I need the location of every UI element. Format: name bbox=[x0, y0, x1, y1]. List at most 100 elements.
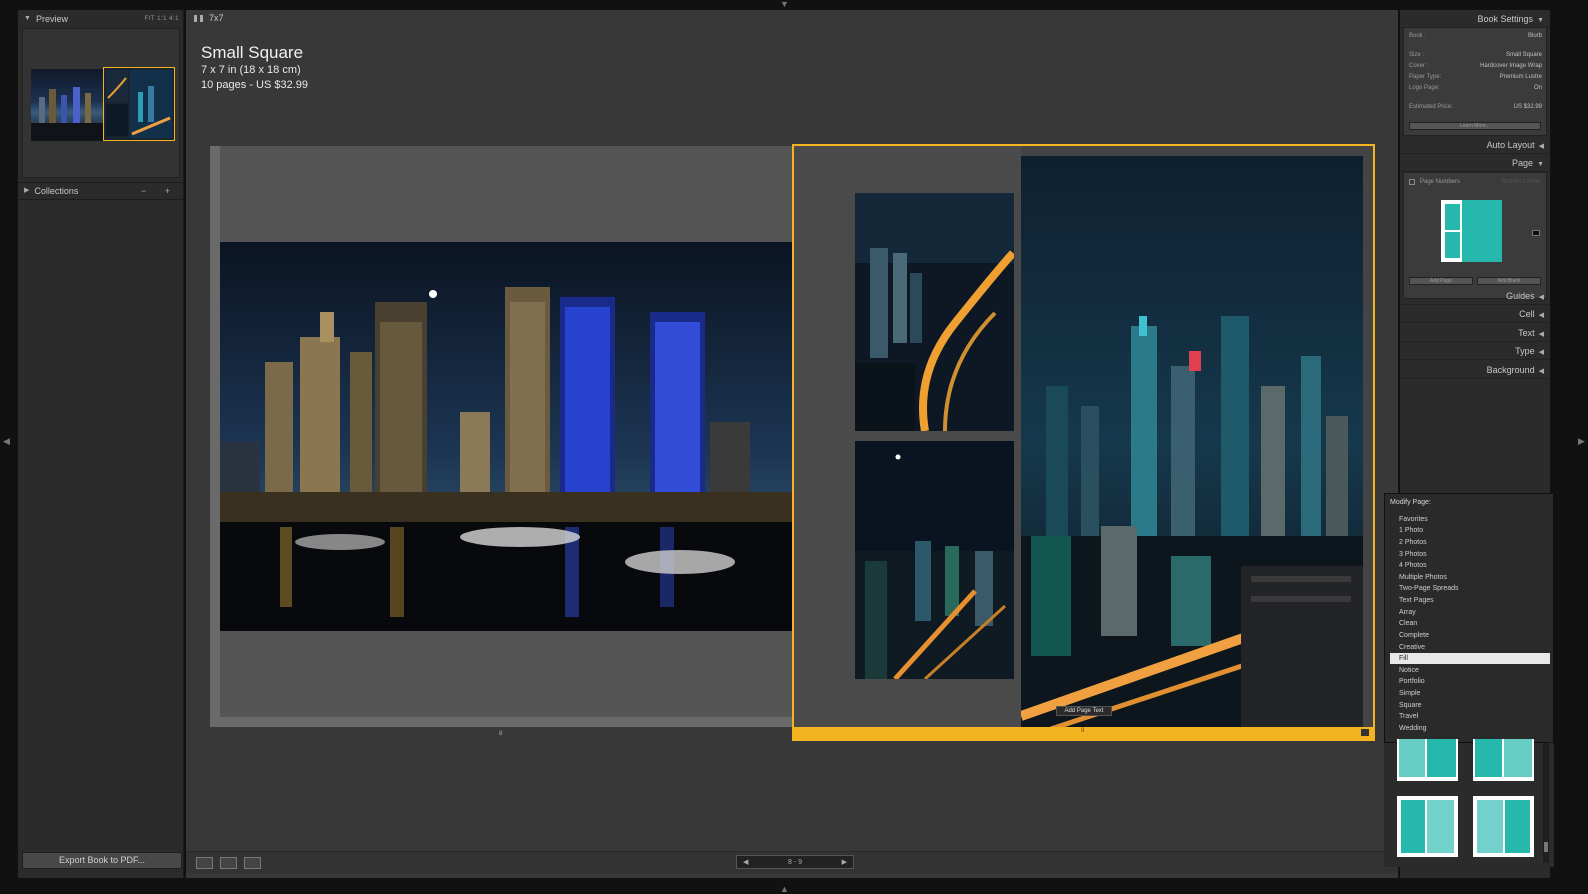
collections-header[interactable]: ▶ Collections − + bbox=[18, 182, 184, 200]
top-panel-toggle-icon[interactable]: ▼ bbox=[780, 0, 789, 9]
menu-item-travel[interactable]: Travel bbox=[1399, 711, 1418, 722]
add-blank-button[interactable]: Add Blank bbox=[1477, 277, 1541, 285]
menu-item-square[interactable]: Square bbox=[1399, 700, 1422, 711]
text-label: Text bbox=[1518, 328, 1535, 338]
logo-row[interactable]: Logo Page: On bbox=[1409, 85, 1542, 95]
downtown-skyline-photo[interactable] bbox=[1021, 156, 1363, 729]
left-page[interactable] bbox=[210, 146, 792, 727]
navigator-preview[interactable] bbox=[22, 28, 180, 178]
book-settings-header[interactable]: Book Settings ▼ bbox=[1400, 10, 1550, 28]
size-select[interactable]: Small Square bbox=[1506, 52, 1542, 62]
bottom-panel-toggle-icon[interactable]: ▲ bbox=[780, 885, 789, 894]
export-pdf-button[interactable]: Export Book to PDF... bbox=[22, 852, 182, 869]
logo-select[interactable]: On bbox=[1534, 85, 1542, 95]
template-scrollbar-thumb[interactable] bbox=[1544, 842, 1548, 852]
page-navigator: ◀ 8 - 9 ▶ bbox=[736, 855, 854, 869]
menu-item-3-photos[interactable]: 3 Photos bbox=[1399, 549, 1427, 560]
preview-header[interactable]: ▼ Preview FIT 1:1 4:1 bbox=[18, 10, 183, 28]
size-label: Size : bbox=[1409, 52, 1425, 58]
book-vendor-row[interactable]: Book : Blurb bbox=[1409, 33, 1542, 43]
menu-item-wedding[interactable]: Wedding bbox=[1399, 723, 1427, 734]
menu-item-favorites[interactable]: Favorites bbox=[1399, 514, 1428, 525]
text-header[interactable]: Text ◀ bbox=[1400, 324, 1550, 342]
add-page-button[interactable]: Add Page bbox=[1409, 277, 1473, 285]
learn-more-button[interactable]: Learn More... bbox=[1409, 122, 1541, 130]
menu-item-simple[interactable]: Simple bbox=[1399, 688, 1420, 699]
spread-thumbnail-right[interactable] bbox=[103, 67, 175, 141]
price-label: Estimated Price: bbox=[1409, 104, 1453, 110]
page-header[interactable]: Page ▼ bbox=[1400, 154, 1550, 172]
city-lights-photo[interactable] bbox=[855, 441, 1014, 679]
cell-label: Cell bbox=[1519, 309, 1535, 319]
collapse-triangle-icon[interactable]: ▼ bbox=[1537, 161, 1544, 168]
page-numbers-position-select[interactable]: Bottom Corner bbox=[1502, 179, 1541, 185]
page-range: 8 - 9 bbox=[787, 858, 802, 866]
page-numbers-checkbox[interactable] bbox=[1409, 179, 1415, 185]
marina-skyline-photo[interactable] bbox=[220, 242, 792, 631]
expand-triangle-icon[interactable]: ◀ bbox=[1539, 312, 1544, 319]
page-bleed-guide bbox=[210, 146, 220, 727]
template-menu-icon[interactable] bbox=[1532, 230, 1540, 236]
collections-add-remove[interactable]: − + bbox=[141, 182, 178, 200]
right-page-number: 9 bbox=[1081, 728, 1085, 734]
expand-triangle-icon[interactable]: ◀ bbox=[1539, 349, 1544, 356]
layout-template[interactable] bbox=[1397, 796, 1458, 857]
menu-item-1-photo[interactable]: 1 Photo bbox=[1399, 525, 1423, 536]
cover-row[interactable]: Cover : Hardcover Image Wrap bbox=[1409, 63, 1542, 73]
menu-item-2-photos[interactable]: 2 Photos bbox=[1399, 537, 1427, 548]
expand-triangle-icon[interactable]: ◀ bbox=[1539, 331, 1544, 338]
guides-label: Guides bbox=[1506, 291, 1535, 301]
highway-aerial-photo[interactable] bbox=[855, 193, 1014, 431]
guides-header[interactable]: Guides ◀ bbox=[1400, 287, 1550, 305]
cell-header[interactable]: Cell ◀ bbox=[1400, 305, 1550, 323]
paper-select[interactable]: Premium Lustre bbox=[1500, 74, 1542, 84]
add-page-text-button[interactable]: Add Page Text bbox=[1056, 706, 1112, 716]
menu-item-complete[interactable]: Complete bbox=[1399, 630, 1429, 641]
expand-triangle-icon[interactable]: ◀ bbox=[1539, 143, 1544, 150]
layout-template[interactable] bbox=[1473, 739, 1534, 781]
left-panel-toggle-icon[interactable]: ◀ bbox=[3, 437, 10, 446]
menu-item-fill-selected[interactable]: Fill bbox=[1390, 653, 1550, 664]
prev-page-icon[interactable]: ◀ bbox=[743, 858, 748, 866]
expand-triangle-icon[interactable]: ◀ bbox=[1539, 368, 1544, 375]
menu-item-multiple-photos[interactable]: Multiple Photos bbox=[1399, 572, 1447, 583]
right-page-selected[interactable]: Add Page Text 9 bbox=[792, 144, 1375, 741]
multi-page-view-icon[interactable] bbox=[194, 15, 203, 22]
size-row[interactable]: Size : Small Square bbox=[1409, 52, 1542, 62]
book-vendor-select[interactable]: Blurb bbox=[1528, 33, 1542, 43]
collapse-triangle-icon[interactable]: ▼ bbox=[24, 10, 31, 28]
menu-item-text-pages[interactable]: Text Pages bbox=[1399, 595, 1434, 606]
menu-item-portfolio[interactable]: Portfolio bbox=[1399, 676, 1425, 687]
menu-item-creative[interactable]: Creative bbox=[1399, 642, 1425, 653]
right-panel-toggle-icon[interactable]: ▶ bbox=[1578, 437, 1585, 446]
background-header[interactable]: Background ◀ bbox=[1400, 361, 1550, 379]
cover-select[interactable]: Hardcover Image Wrap bbox=[1480, 63, 1542, 73]
expand-triangle-icon[interactable]: ▶ bbox=[24, 182, 29, 200]
spread-thumbnail-left[interactable] bbox=[31, 69, 103, 141]
layout-template[interactable] bbox=[1473, 796, 1534, 857]
menu-item-notice[interactable]: Notice bbox=[1399, 665, 1419, 676]
auto-layout-header[interactable]: Auto Layout ◀ bbox=[1400, 136, 1550, 154]
menu-item-two-page-spreads[interactable]: Two-Page Spreads bbox=[1399, 583, 1459, 594]
book-size-label: 7x7 bbox=[209, 13, 224, 23]
layout-template[interactable] bbox=[1397, 739, 1458, 781]
menu-item-array[interactable]: Array bbox=[1399, 607, 1416, 618]
layout-template-grid bbox=[1384, 739, 1554, 867]
page-template-preview[interactable] bbox=[1441, 200, 1502, 262]
page-menu-icon[interactable] bbox=[1361, 729, 1369, 736]
type-header[interactable]: Type ◀ bbox=[1400, 342, 1550, 360]
multi-page-view-button[interactable] bbox=[196, 857, 213, 869]
page-bleed-guide bbox=[210, 717, 792, 727]
expand-triangle-icon[interactable]: ◀ bbox=[1539, 294, 1544, 301]
zoom-options[interactable]: FIT 1:1 4:1 bbox=[145, 10, 179, 28]
collapse-triangle-icon[interactable]: ▼ bbox=[1537, 17, 1544, 24]
next-page-icon[interactable]: ▶ bbox=[842, 858, 847, 866]
book-canvas: 7x7 Small Square 7 x 7 in (18 x 18 cm) 1… bbox=[186, 10, 1398, 878]
menu-item-4-photos[interactable]: 4 Photos bbox=[1399, 560, 1427, 571]
paper-row[interactable]: Paper Type: Premium Lustre bbox=[1409, 74, 1542, 84]
menu-item-clean[interactable]: Clean bbox=[1399, 618, 1417, 629]
single-page-view-button[interactable] bbox=[244, 857, 261, 869]
spread-view-button[interactable] bbox=[220, 857, 237, 869]
page-numbers-row[interactable]: Page Numbers Bottom Corner bbox=[1409, 177, 1541, 187]
price-value: US $32.99 bbox=[1513, 104, 1542, 110]
